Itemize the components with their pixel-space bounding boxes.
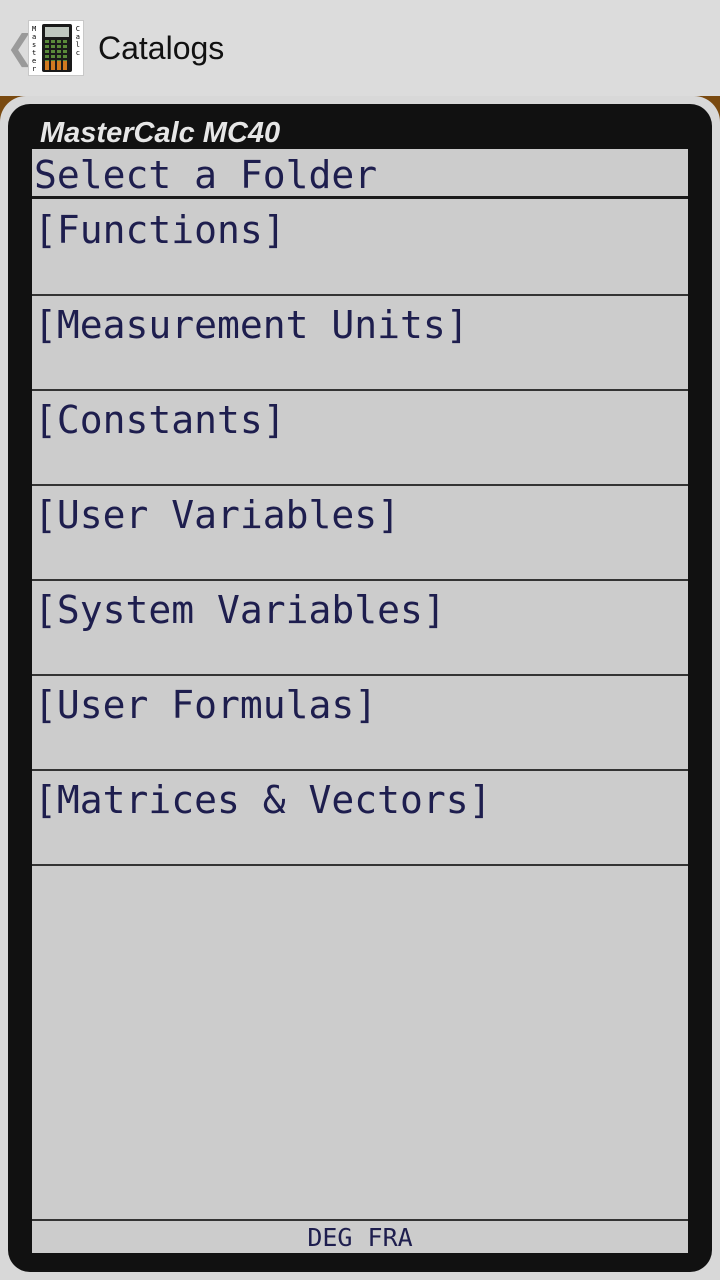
app-icon-screen bbox=[45, 27, 69, 37]
folder-label: [User Formulas] bbox=[34, 683, 378, 727]
folder-label: [Matrices & Vectors] bbox=[34, 778, 492, 822]
folder-item-functions[interactable]: [Functions] bbox=[32, 201, 688, 296]
app-icon-letters-left: Master bbox=[32, 25, 37, 73]
folder-item-user-formulas[interactable]: [User Formulas] bbox=[32, 676, 688, 771]
angle-mode-indicator: DEG bbox=[307, 1223, 353, 1252]
folder-item-user-variables[interactable]: [User Variables] bbox=[32, 486, 688, 581]
page-title: Catalogs bbox=[98, 30, 225, 66]
folder-item-constants[interactable]: [Constants] bbox=[32, 391, 688, 486]
folder-item-measurement-units[interactable]: [Measurement Units] bbox=[32, 296, 688, 391]
mastercalc-app-icon[interactable]: Master Calc bbox=[28, 20, 84, 76]
folder-label: [Constants] bbox=[34, 398, 286, 442]
calculator-brand: MasterCalc MC40 bbox=[40, 117, 281, 149]
folder-label: [Functions] bbox=[34, 208, 286, 252]
app-icon-keys-orange bbox=[45, 61, 69, 70]
folder-item-matrices-vectors[interactable]: [Matrices & Vectors] bbox=[32, 771, 688, 866]
lcd-display: Select a Folder [Functions] [Measurement… bbox=[32, 149, 688, 1253]
app-icon-letters-right: Calc bbox=[75, 25, 80, 57]
folder-label: [Measurement Units] bbox=[34, 303, 469, 347]
folder-label: [System Variables] bbox=[34, 588, 446, 632]
number-mode-indicator: FRA bbox=[367, 1223, 413, 1252]
folder-label: [User Variables] bbox=[34, 493, 401, 537]
lcd-header: Select a Folder bbox=[32, 149, 688, 199]
lcd-status-bar: DEG FRA bbox=[32, 1219, 688, 1253]
folder-list: [Functions] [Measurement Units] [Constan… bbox=[32, 201, 688, 866]
action-bar: ❮ Master Calc Catalogs bbox=[0, 0, 720, 97]
folder-item-system-variables[interactable]: [System Variables] bbox=[32, 581, 688, 676]
lcd-header-title: Select a Folder bbox=[34, 153, 378, 197]
